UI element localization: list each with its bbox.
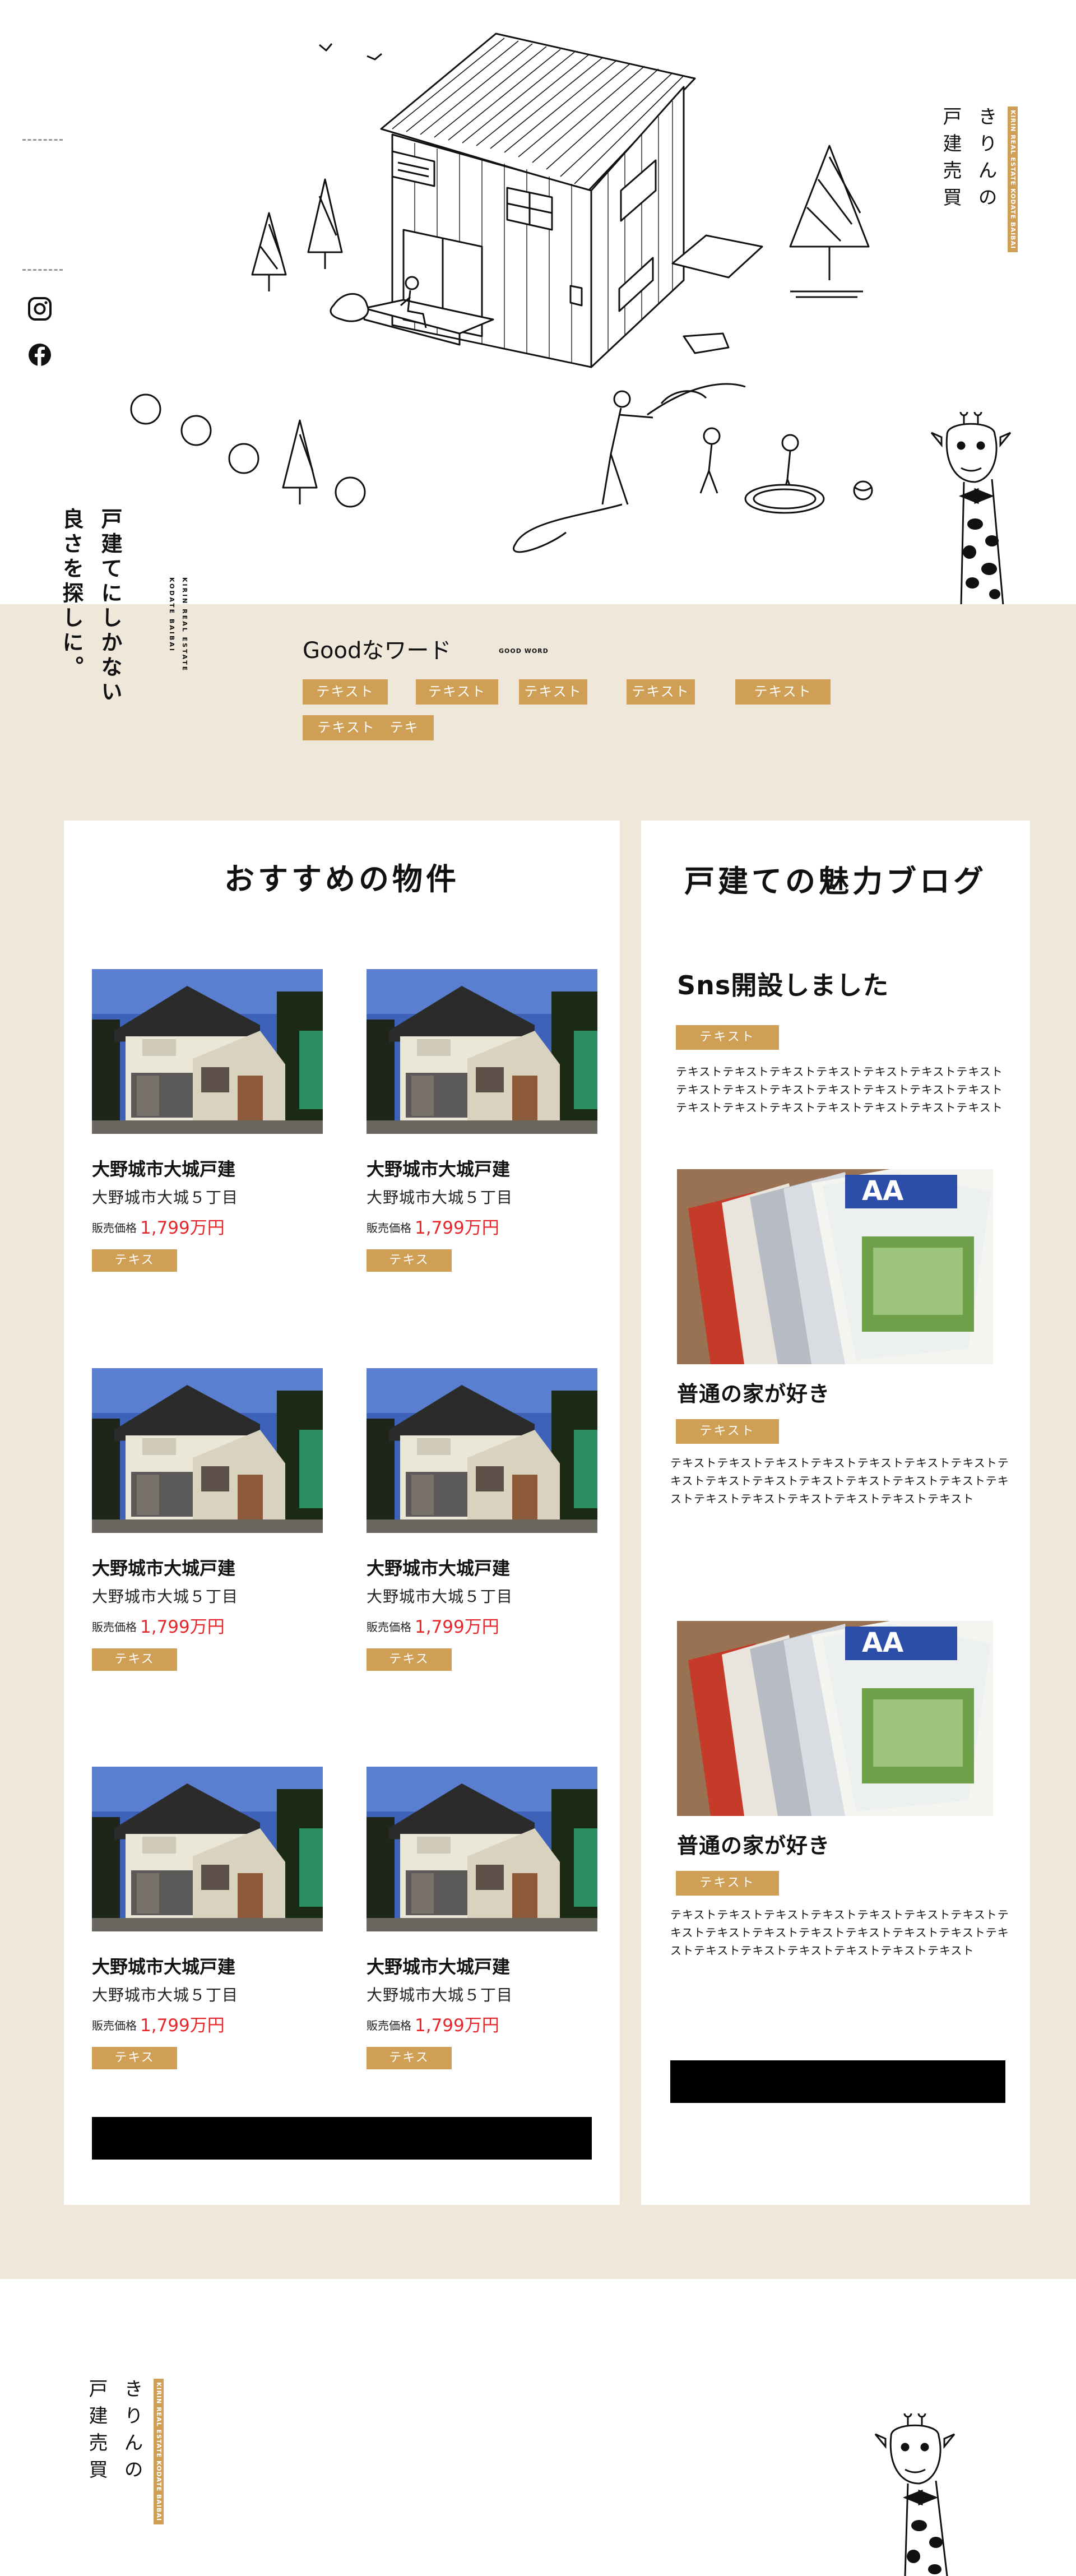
blog-post-text: テキストテキストテキストテキストテキストテキストテキストテキストテキストテキスト… [670, 1908, 1009, 1957]
property-price: 1,799万円 [140, 1218, 225, 1238]
property-photo[interactable] [367, 969, 597, 1134]
logo-text-line2: 戸建売買 [939, 106, 962, 214]
property-price-label: 販売価格 [92, 2019, 137, 2032]
property-price-label: 販売価格 [367, 1221, 411, 1235]
property-address: 大野城市大城５丁目 [367, 1986, 513, 2004]
svg-text:AA: AA [862, 1627, 903, 1658]
blog-section-title: 戸建ての魅力ブログ [684, 864, 987, 899]
catch-copy: 戸建てにしかない 良さを探しに。 [56, 508, 126, 705]
house-illustration [130, 33, 873, 553]
footer-logo-tag: KIRIN REAL ESTATE KODATE BAIBAI [154, 2379, 164, 2525]
blog-panel: 戸建ての魅力ブログ Sns開設しました テキスト テキストテキストテキストテキス… [641, 821, 1030, 2205]
property-photo[interactable] [92, 969, 323, 1134]
catch-line-2: 良さを探しに。 [59, 508, 84, 680]
giraffe-mascot [930, 412, 1012, 604]
property-tag[interactable]: テキス [92, 2047, 177, 2069]
footer-logo-text-line2: 戸建売買 [85, 2379, 108, 2486]
logo-text-line1: きりんの [975, 106, 997, 214]
blog-post-title[interactable]: 普通の家が好き [677, 1377, 830, 1407]
blog-post-title[interactable]: 普通の家が好き [677, 1828, 830, 1859]
property-price: 1,799万円 [415, 1218, 499, 1238]
property-price: 1,799万円 [415, 1617, 499, 1637]
property-photo[interactable] [92, 1767, 323, 1931]
catch-roman-line-2: KODATE BAIBAI [168, 577, 175, 652]
logo-tag: KIRIN REAL ESTATE KODATE BAIBAI [1008, 106, 1018, 253]
blog-post-text: テキストテキストテキストテキストテキストテキストテキストテキストテキストテキスト… [676, 1065, 1003, 1114]
good-word-tag[interactable]: テキスト [519, 679, 587, 705]
catch-roman: KIRIN REAL ESTATE KODATE BAIBAI [168, 577, 188, 672]
property-photo[interactable] [367, 1368, 597, 1533]
good-word-tag[interactable]: テキスト [735, 679, 831, 705]
instagram-icon[interactable] [27, 296, 53, 322]
recommended-title: おすすめの物件 [224, 861, 460, 897]
property-price: 1,799万円 [140, 1617, 225, 1637]
catch-line-1: 戸建てにしかない [98, 508, 122, 705]
good-word-tag[interactable]: テキスト テキ [303, 715, 434, 740]
more-blog-button[interactable] [670, 2060, 1005, 2103]
blog-post-image[interactable]: AA [677, 1621, 993, 1816]
divider [22, 139, 63, 141]
property-price-label: 販売価格 [92, 1221, 137, 1235]
property-name[interactable]: 大野城市大城戸建 [92, 1953, 235, 1979]
property-photo[interactable] [92, 1368, 323, 1533]
svg-text:AA: AA [862, 1175, 903, 1207]
property-price-label: 販売価格 [92, 1620, 137, 1634]
property-address: 大野城市大城５丁目 [367, 1587, 513, 1606]
blog-post-image[interactable]: AA [677, 1169, 993, 1364]
property-tag[interactable]: テキス [367, 1648, 452, 1671]
blog-post-text: テキストテキストテキストテキストテキストテキストテキストテキストテキストテキスト… [670, 1456, 1009, 1505]
property-price: 1,799万円 [140, 2016, 225, 2036]
property-tag[interactable]: テキス [367, 1249, 452, 1272]
property-tag[interactable]: テキス [92, 1249, 177, 1272]
good-word-subtitle: GOOD WORD [499, 647, 549, 655]
property-address: 大野城市大城５丁目 [92, 1986, 239, 2004]
property-name[interactable]: 大野城市大城戸建 [367, 1155, 510, 1181]
hero-section: 戸建売買 きりんの KIRIN REAL ESTATE KODATE BAIBA… [0, 0, 1076, 604]
good-word-tag[interactable]: テキスト [627, 679, 695, 705]
divider [22, 269, 63, 271]
good-word-tag[interactable]: テキスト [416, 679, 498, 705]
property-address: 大野城市大城５丁目 [92, 1188, 239, 1207]
good-word-title: Goodなワード [303, 638, 452, 664]
property-name[interactable]: 大野城市大城戸建 [92, 1155, 235, 1181]
property-price-label: 販売価格 [367, 2019, 411, 2032]
blog-post-tag[interactable]: テキスト [676, 1419, 779, 1444]
blog-post-title[interactable]: Sns開設しました [677, 965, 889, 1002]
site-logo[interactable]: 戸建売買 きりんの KIRIN REAL ESTATE KODATE BAIBA… [937, 106, 1018, 253]
footer-logo[interactable]: 戸建売買 きりんの KIRIN REAL ESTATE KODATE BAIBA… [83, 2379, 164, 2525]
property-price-label: 販売価格 [367, 1620, 411, 1634]
blog-post-tag[interactable]: テキスト [676, 1871, 779, 1896]
property-address: 大野城市大城５丁目 [367, 1188, 513, 1207]
property-tag[interactable]: テキス [92, 1648, 177, 1671]
footer-logo-text-line1: きりんの [120, 2379, 143, 2486]
good-word-tag[interactable]: テキスト [303, 679, 388, 705]
facebook-icon[interactable] [27, 342, 53, 368]
property-price: 1,799万円 [415, 2016, 499, 2036]
blog-post-tag[interactable]: テキスト [676, 1025, 779, 1050]
footer: 戸建売買 きりんの KIRIN REAL ESTATE KODATE BAIBA… [0, 2279, 1076, 2576]
catch-roman-line-1: KIRIN REAL ESTATE [181, 577, 188, 673]
property-tag[interactable]: テキス [367, 2047, 452, 2069]
property-photo[interactable] [367, 1767, 597, 1931]
property-name[interactable]: 大野城市大城戸建 [92, 1554, 235, 1580]
property-address: 大野城市大城５丁目 [92, 1587, 239, 1606]
giraffe-mascot [874, 2413, 956, 2576]
property-name[interactable]: 大野城市大城戸建 [367, 1554, 510, 1580]
more-properties-button[interactable] [92, 2117, 592, 2160]
property-name[interactable]: 大野城市大城戸建 [367, 1953, 510, 1979]
